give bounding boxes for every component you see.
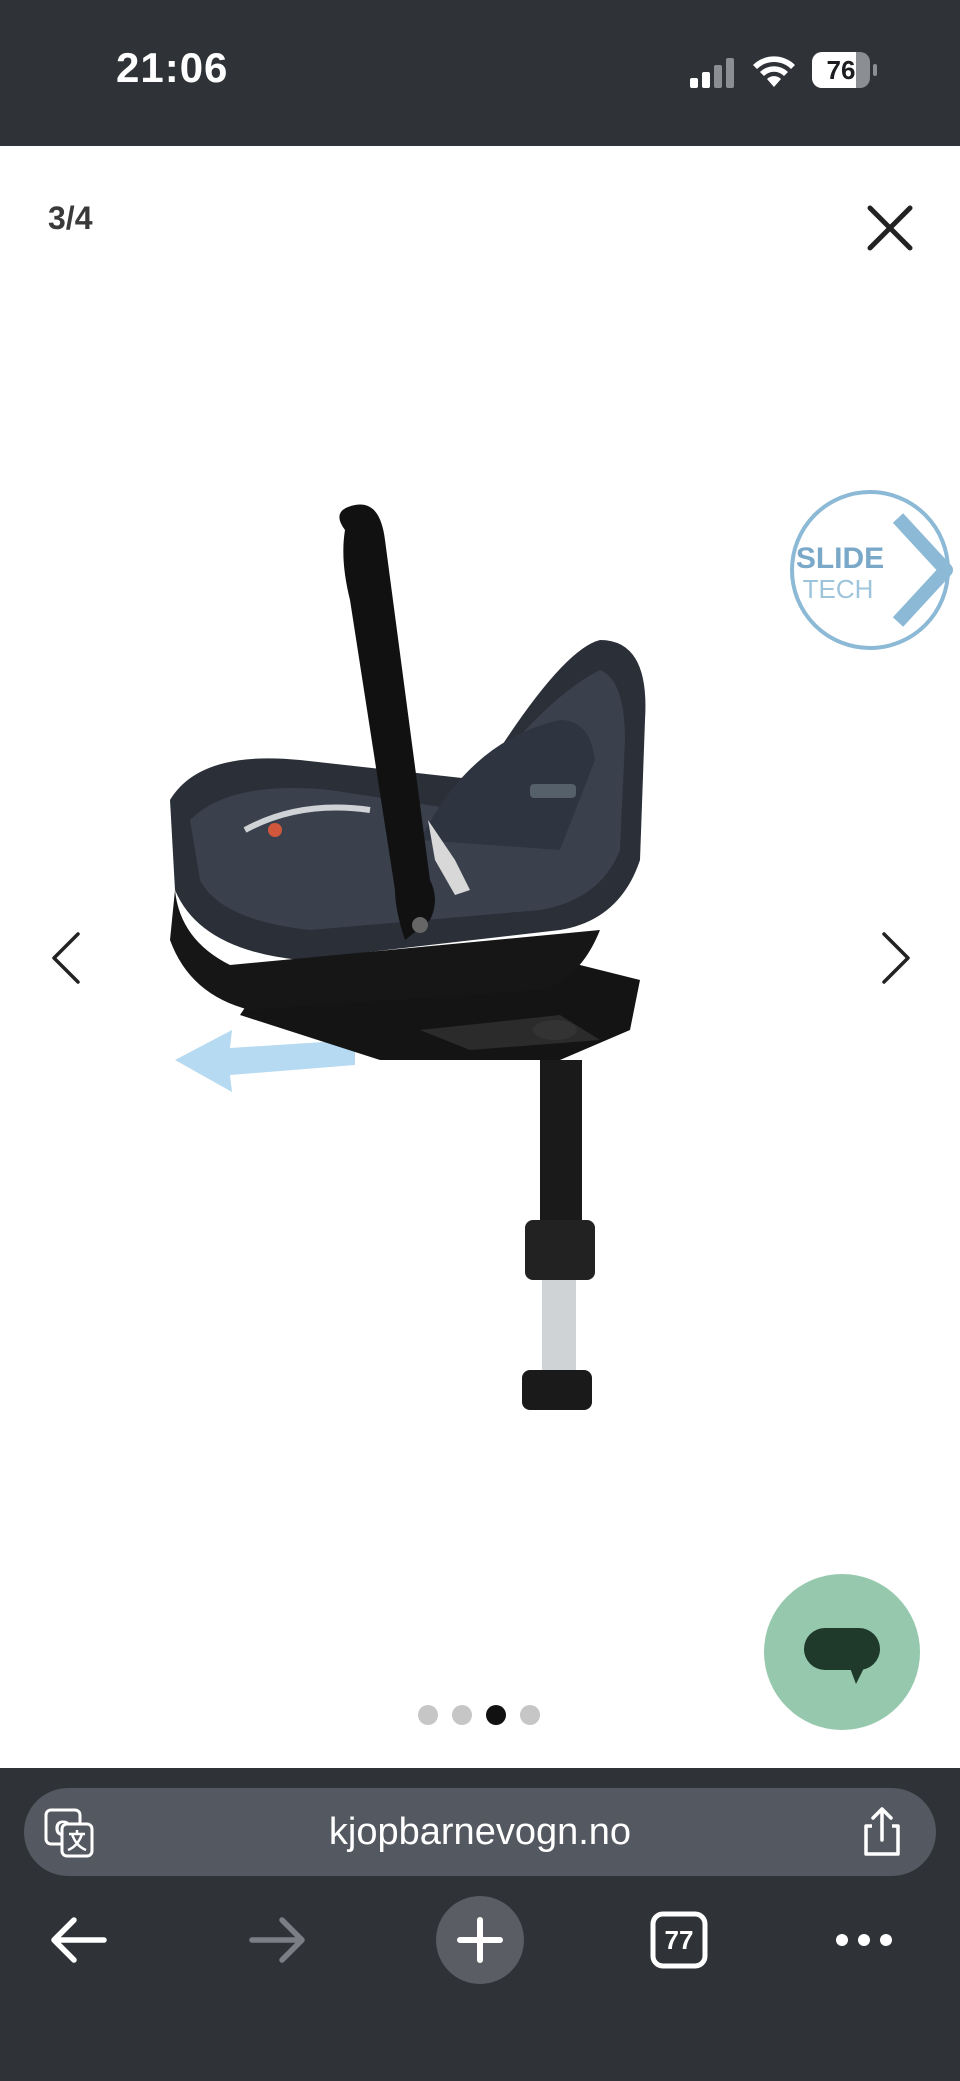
tabs-button[interactable]: 77 (650, 1911, 708, 1969)
cellular-signal-icon (690, 58, 734, 88)
product-image: SLIDE TECH (170, 490, 953, 1410)
previous-image-arrow-icon[interactable] (46, 928, 86, 988)
new-tab-plus-icon[interactable] (436, 1896, 524, 1984)
chat-bubble-icon (804, 1628, 880, 1684)
address-bar[interactable]: G kjopbarnevogn.no (24, 1788, 936, 1876)
back-arrow-icon[interactable] (46, 1912, 110, 1968)
pagination-dot-1[interactable] (418, 1705, 438, 1725)
pagination-dots (418, 1705, 548, 1729)
tab-count: 77 (664, 1925, 694, 1955)
pagination-dot-3[interactable] (486, 1705, 506, 1725)
browser-chrome: G kjopbarnevogn.no 77 (0, 1768, 960, 2081)
forward-arrow-icon[interactable] (246, 1912, 310, 1968)
badge-line2: TECH (803, 574, 874, 604)
wifi-icon (753, 56, 795, 87)
status-bar: 21:06 76 (0, 0, 960, 146)
isofix-base (240, 960, 640, 1410)
share-icon[interactable] (854, 1804, 910, 1860)
pagination-dot-4[interactable] (520, 1705, 540, 1725)
pagination-dot-2[interactable] (452, 1705, 472, 1725)
status-time: 21:06 (116, 44, 229, 91)
image-counter: 3/4 (48, 200, 93, 236)
battery-icon: 76 (812, 52, 877, 88)
badge-line1: SLIDE (796, 542, 884, 575)
url-text: kjopbarnevogn.no (328, 1811, 632, 1853)
slide-tech-badge: SLIDE TECH (790, 490, 953, 650)
chat-button[interactable] (764, 1574, 920, 1730)
close-icon[interactable] (862, 200, 918, 256)
more-options-icon[interactable] (834, 1928, 894, 1952)
battery-percent: 76 (826, 55, 856, 85)
next-image-arrow-icon[interactable] (876, 928, 916, 988)
